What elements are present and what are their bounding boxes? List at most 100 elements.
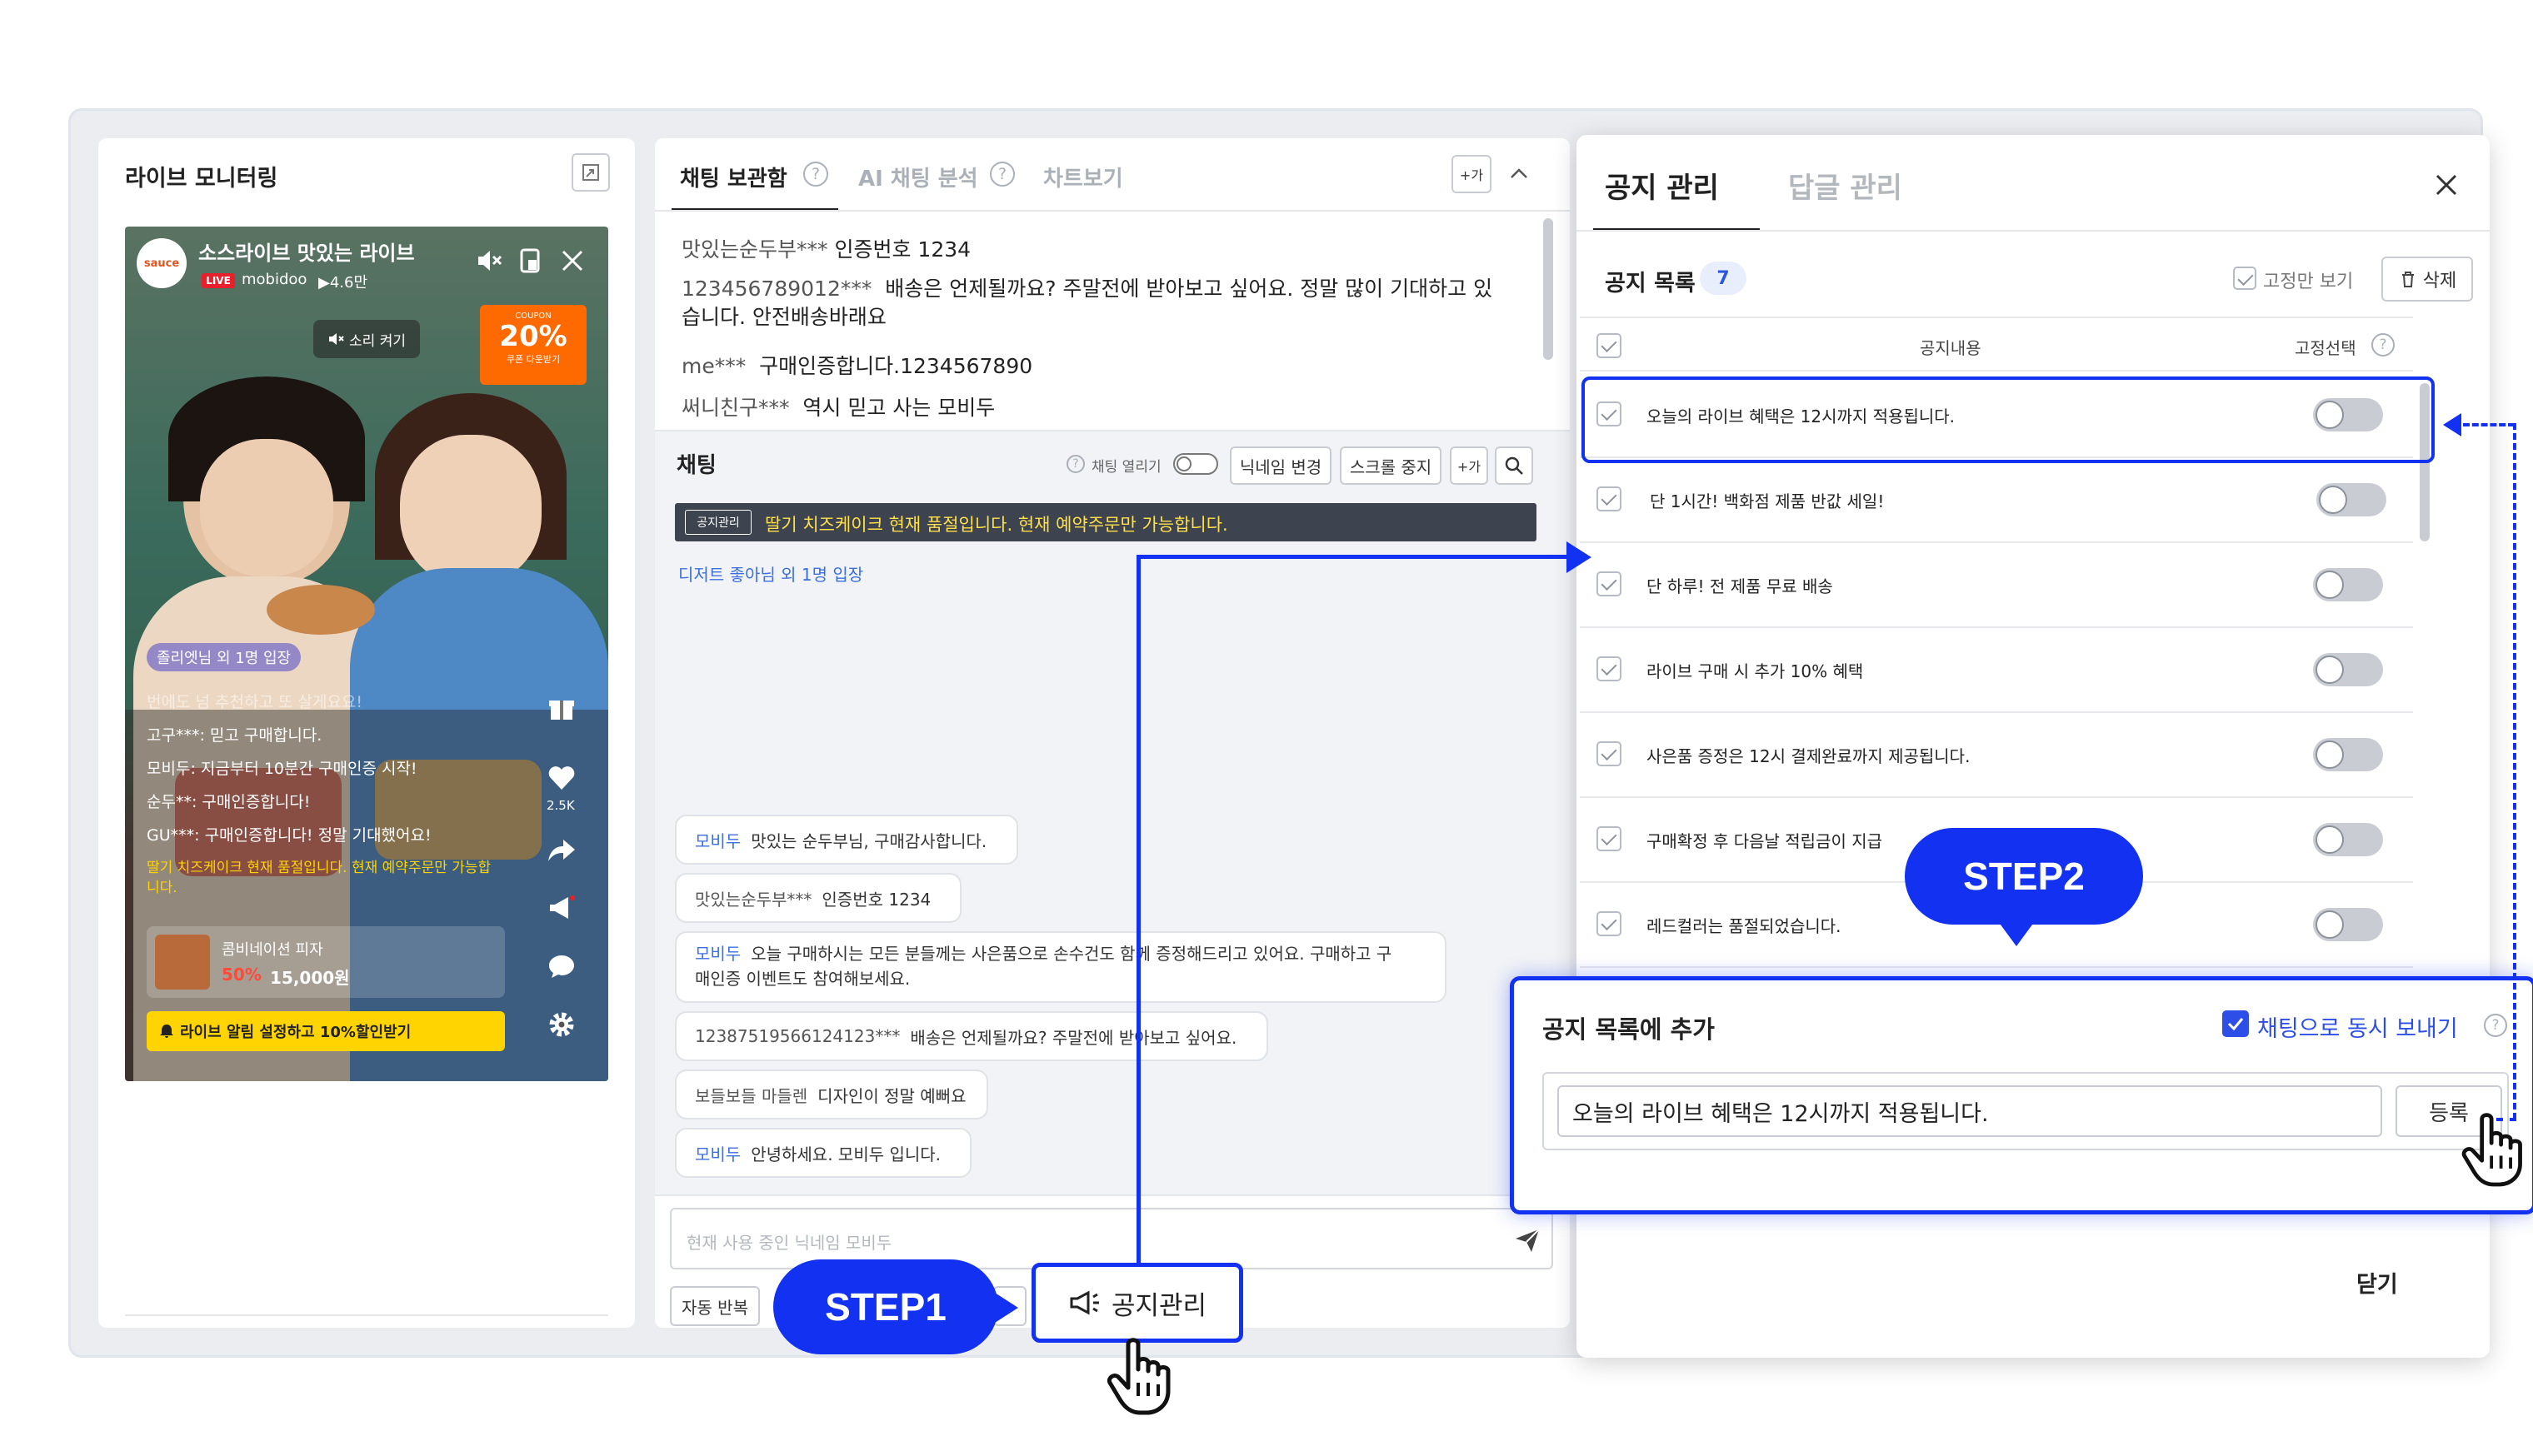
pin-toggle[interactable] xyxy=(2313,823,2383,856)
notice-manage-callout[interactable]: 공지관리 xyxy=(1032,1263,1243,1343)
archive-item: 써니친구*** 역시 믿고 사는 모비두 xyxy=(682,396,996,420)
nickname-change-button[interactable]: 닉네임 변경 xyxy=(1230,446,1331,485)
heart-icon[interactable] xyxy=(547,763,577,793)
product-price: 15,000원 xyxy=(270,968,350,988)
notice-list-title: 공지 목록 xyxy=(1605,271,1696,297)
pinned-notice[interactable]: 공지관리 딸기 치즈케이크 현재 품절입니다. 현재 예약주문만 가능합니다. xyxy=(675,503,1536,541)
archive-scrollbar[interactable] xyxy=(1543,218,1553,360)
megaphone-icon[interactable] xyxy=(547,893,577,923)
chat-input-placeholder: 현재 사용 중인 닉네임 모비두 xyxy=(687,1233,892,1253)
row-checkbox[interactable] xyxy=(1596,741,1621,766)
fixed-only-checkbox[interactable] xyxy=(2233,267,2256,290)
chat-message[interactable]: 보들보들 마들렌 디자인이 정말 예뻐요 xyxy=(675,1070,988,1119)
product-card[interactable]: 콤비네이션 피자 50% 15,000원 xyxy=(147,926,505,998)
select-all-checkbox[interactable] xyxy=(1596,333,1621,358)
step1-badge: STEP1 xyxy=(773,1259,998,1354)
entry-text: 디저트 좋아님 외 1명 입장 xyxy=(678,565,864,585)
megaphone-icon xyxy=(1070,1290,1099,1315)
help-icon[interactable]: ? xyxy=(2484,1014,2507,1037)
col-content: 공지내용 xyxy=(1920,338,1981,358)
close-icon[interactable] xyxy=(2430,168,2463,202)
fixed-only-label: 고정만 보기 xyxy=(2263,272,2354,292)
header-divider xyxy=(1576,230,2490,232)
video-chat-line: 번에도 넘 추천하고 또 살게요요! xyxy=(147,693,363,711)
notice-count-badge: 7 xyxy=(1700,262,1746,295)
row-checkbox[interactable] xyxy=(1596,911,1621,936)
tab-reply-manage[interactable]: 답글 관리 xyxy=(1788,165,1902,206)
auto-repeat-button[interactable]: 자동 반복 xyxy=(670,1286,760,1326)
chat-message[interactable]: 모비두 오늘 구매하시는 모든 분들께는 사은품으로 손수건도 함께 증정해드리고… xyxy=(675,931,1446,1003)
hand-cursor-icon xyxy=(1103,1333,1178,1416)
chat-message[interactable]: 모비두 맛있는 순두부님, 구매감사합니다. xyxy=(675,815,1018,865)
search-icon xyxy=(1505,456,1523,475)
step1-pointer xyxy=(995,1293,1018,1323)
share-icon[interactable] xyxy=(547,835,577,865)
pip-icon[interactable] xyxy=(517,247,545,275)
tab-chat-archive[interactable]: 채팅 보관함 xyxy=(680,162,787,192)
send-icon[interactable] xyxy=(1513,1226,1541,1254)
send-with-chat-checkbox[interactable] xyxy=(2222,1010,2249,1037)
pin-toggle[interactable] xyxy=(2313,568,2383,601)
trash-icon xyxy=(2401,272,2414,287)
tab-chart[interactable]: 차트보기 xyxy=(1043,162,1123,192)
mute-icon[interactable] xyxy=(475,247,503,275)
delete-button[interactable]: 삭제 xyxy=(2381,257,2473,302)
scroll-stop-button[interactable]: 스크롤 중지 xyxy=(1340,446,1441,485)
notice-input[interactable]: 오늘의 라이브 혜택은 12시까지 적용됩니다. xyxy=(1557,1085,2382,1137)
notice-row[interactable]: 단 1시간! 백화점 제품 반값 세일! xyxy=(1580,458,2413,543)
gear-icon[interactable] xyxy=(547,1010,577,1040)
connector-horizontal xyxy=(1137,555,1570,559)
notice-row[interactable]: 단 하루! 전 제품 무료 배송 xyxy=(1580,543,2413,628)
chat-message[interactable]: 맛있는순두부*** 인증번호 1234 xyxy=(675,873,962,923)
pin-toggle[interactable] xyxy=(2313,908,2383,941)
help-icon[interactable]: ? xyxy=(1067,455,1085,473)
chat-title: 채팅 xyxy=(677,453,717,478)
dashed-connector-vertical xyxy=(2513,423,2516,1119)
font-size-button[interactable]: +가 xyxy=(1450,446,1488,485)
font-size-button[interactable]: +가 xyxy=(1451,155,1491,193)
popout-icon[interactable] xyxy=(572,153,610,192)
close-button[interactable]: 닫기 xyxy=(2356,1266,2398,1299)
notice-row[interactable]: 사은품 증정은 12시 결제완료까지 제공됩니다. xyxy=(1580,713,2413,798)
notice-item-text: 레드컬러는 품절되었습니다. xyxy=(1646,916,1841,936)
live-badge: LIVE xyxy=(202,273,235,288)
brand-logo: sauce xyxy=(137,238,187,288)
chat-open-toggle[interactable] xyxy=(1173,453,1218,475)
pin-toggle[interactable] xyxy=(2313,653,2383,686)
chat-input[interactable]: 현재 사용 중인 닉네임 모비두 xyxy=(670,1208,1553,1269)
chat-message[interactable]: 모비두 안녕하세요. 모비두 입니다. xyxy=(675,1128,972,1178)
sound-on-button[interactable]: 소리 켜기 xyxy=(313,320,420,358)
chat-open-label: 채팅 열리기 xyxy=(1092,459,1162,476)
archive-item: me*** 구매인증합니다.1234567890 xyxy=(682,354,1033,378)
tab-notice-manage[interactable]: 공지 관리 xyxy=(1605,165,1719,206)
product-thumb xyxy=(155,935,210,990)
help-icon[interactable]: ? xyxy=(803,162,828,187)
row-checkbox[interactable] xyxy=(1596,656,1621,681)
comment-icon[interactable] xyxy=(547,951,577,981)
row-checkbox[interactable] xyxy=(1596,571,1621,596)
help-icon[interactable]: ? xyxy=(990,162,1015,187)
dashed-connector-top xyxy=(2463,423,2515,426)
notice-table-header: 공지내용 고정선택 ? xyxy=(1580,317,2413,371)
alert-button[interactable]: 라이브 알림 설정하고 10%할인받기 xyxy=(147,1011,505,1051)
connector-arrowhead xyxy=(1566,541,1591,573)
row-checkbox[interactable] xyxy=(1596,826,1621,851)
chat-message[interactable]: 12387519566124123*** 배송은 언제될까요? 주말전에 받아보고… xyxy=(675,1011,1268,1061)
search-button[interactable] xyxy=(1495,446,1533,485)
cake-image xyxy=(267,585,375,635)
highlight-first-row xyxy=(1581,376,2435,463)
row-checkbox[interactable] xyxy=(1596,486,1621,511)
pin-toggle[interactable] xyxy=(2316,483,2386,516)
notice-item-text: 단 1시간! 백화점 제품 반값 세일! xyxy=(1650,491,1885,511)
help-icon[interactable]: ? xyxy=(2371,333,2395,357)
pin-toggle[interactable] xyxy=(2313,738,2383,771)
chevron-up-icon[interactable] xyxy=(1505,160,1533,188)
gift-icon[interactable] xyxy=(547,693,577,723)
product-discount: 50% xyxy=(222,965,262,985)
notice-row[interactable]: 라이브 구매 시 추가 10% 혜택 xyxy=(1580,628,2413,713)
coupon-badge[interactable]: COUPON 20% 쿠폰 다운받기 xyxy=(480,305,587,385)
like-count: 2.5K xyxy=(547,798,575,813)
video-chat-line: 고구***: 믿고 구매합니다. xyxy=(147,726,322,745)
close-icon[interactable] xyxy=(558,247,587,275)
tab-ai-analysis[interactable]: AI 채팅 분석 xyxy=(858,162,978,192)
